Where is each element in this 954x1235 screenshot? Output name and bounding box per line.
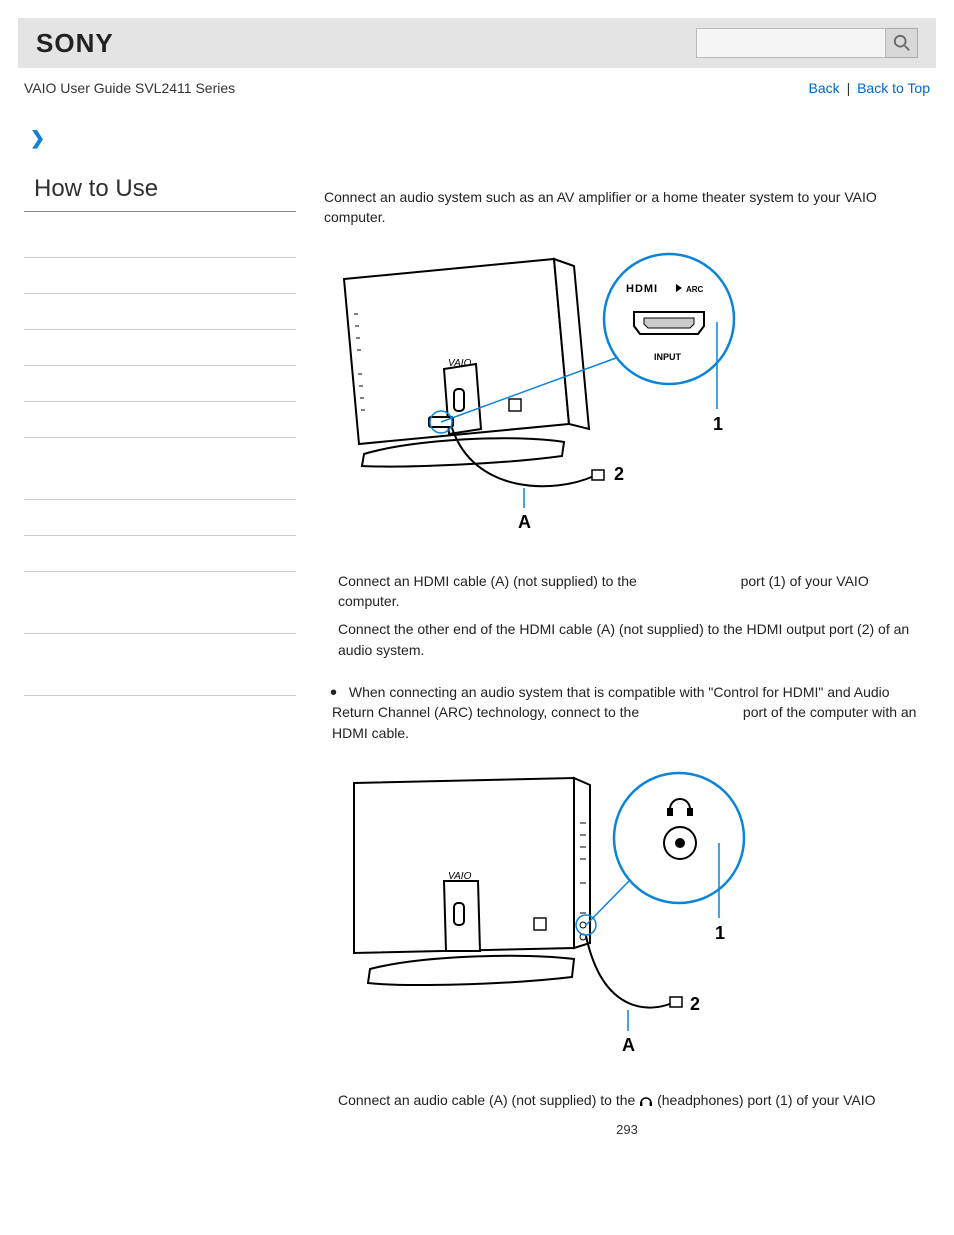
guide-title: VAIO User Guide SVL2411 Series xyxy=(24,80,235,96)
sidebar-item[interactable] xyxy=(24,222,296,258)
callout-1: 1 xyxy=(713,414,723,434)
vaio-label: VAIO xyxy=(448,358,472,369)
search-input[interactable] xyxy=(696,28,886,58)
sidebar-item[interactable] xyxy=(24,598,296,634)
separator: | xyxy=(844,80,854,96)
step-3: Connect an audio cable (A) (not supplied… xyxy=(324,1090,930,1112)
search-icon xyxy=(893,34,911,52)
callout-2: 2 xyxy=(614,464,624,484)
sidebar: How to Use xyxy=(24,169,324,1139)
vaio-label: VAIO xyxy=(448,871,472,882)
callout-2: 2 xyxy=(690,994,700,1014)
input-label: INPUT xyxy=(654,352,682,362)
back-to-top-link[interactable]: Back to Top xyxy=(857,80,930,96)
sidebar-title: How to Use xyxy=(24,169,296,212)
step-2: Connect the other end of the HDMI cable … xyxy=(324,619,930,660)
back-link[interactable]: Back xyxy=(809,80,840,96)
arc-label: ARC xyxy=(686,285,704,294)
breadcrumb-row: VAIO User Guide SVL2411 Series Back | Ba… xyxy=(0,68,954,100)
note-block: When connecting an audio system that is … xyxy=(324,682,930,743)
page-number: 293 xyxy=(324,1121,930,1140)
sidebar-item[interactable] xyxy=(24,464,296,500)
search-wrap xyxy=(696,28,918,58)
chevron-right-icon: ❯ xyxy=(0,100,954,149)
sidebar-item[interactable] xyxy=(24,330,296,366)
figure-hdmi: VAIO HDMI ARC INPUT xyxy=(324,244,930,549)
nav-links: Back | Back to Top xyxy=(809,80,930,96)
brand-logo: SONY xyxy=(36,28,114,59)
main-content: Connect an audio system such as an AV am… xyxy=(324,169,930,1139)
header-bar: SONY xyxy=(18,18,936,68)
step-1: Connect an HDMI cable (A) (not supplied)… xyxy=(324,571,930,612)
intro-paragraph: Connect an audio system such as an AV am… xyxy=(324,187,930,228)
headphones-icon xyxy=(639,1092,653,1112)
sidebar-item[interactable] xyxy=(24,294,296,330)
hdmi-label: HDMI xyxy=(626,283,658,295)
callout-a: A xyxy=(518,512,531,532)
callout-1: 1 xyxy=(715,923,725,943)
sidebar-item[interactable] xyxy=(24,366,296,402)
search-button[interactable] xyxy=(886,28,918,58)
figure-headphone: VAIO xyxy=(324,763,930,1068)
sidebar-item[interactable] xyxy=(24,660,296,696)
sidebar-item[interactable] xyxy=(24,536,296,572)
sidebar-item[interactable] xyxy=(24,500,296,536)
sidebar-item[interactable] xyxy=(24,258,296,294)
callout-a: A xyxy=(622,1035,635,1055)
sidebar-item[interactable] xyxy=(24,402,296,438)
